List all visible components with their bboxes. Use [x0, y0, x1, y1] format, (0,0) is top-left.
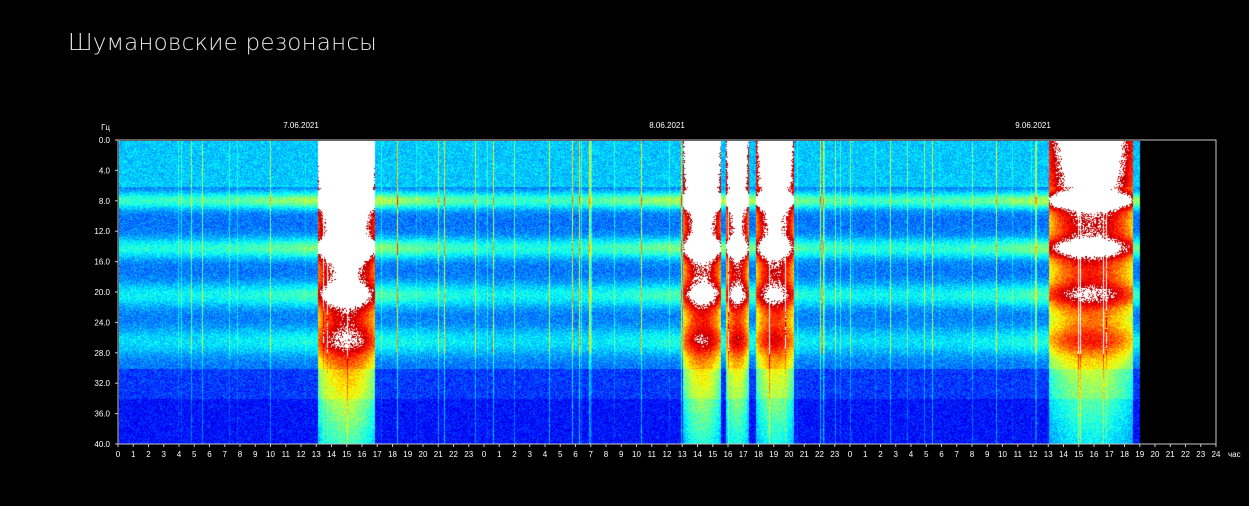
x-tick-label: 20 [785, 450, 794, 459]
x-tick-label: 21 [800, 450, 809, 459]
x-tick-label: 20 [1151, 450, 1160, 459]
x-tick-label: 4 [543, 450, 548, 459]
x-tick-label: 1 [863, 450, 868, 459]
x-tick-label: 23 [1196, 450, 1205, 459]
y-tick-label: 20.0 [94, 288, 110, 297]
x-axis: 0 1 2 3 4 5 6 7 8 9 10 11 12 13 14 15 16 17 18 19 20 21 22 23 0 1… [116, 444, 1221, 459]
x-tick-label: 15 [1074, 450, 1083, 459]
x-tick-label: 1 [131, 450, 136, 459]
x-tick-label: 3 [162, 450, 167, 459]
x-tick-label: 3 [528, 450, 533, 459]
spectrogram-chart: 0.0 4.0 8.0 12.0 16.0 20.0 24.0 28.0 32.0 36.0 40.… [94, 121, 1241, 459]
x-tick-label: 12 [663, 450, 672, 459]
x-tick-label: 13 [1044, 450, 1053, 459]
x-tick-label: 22 [449, 450, 458, 459]
x-tick-label: 12 [1029, 450, 1038, 459]
x-tick-label: 9 [619, 450, 624, 459]
x-tick-label: 4 [909, 450, 914, 459]
x-tick-label: 2 [512, 450, 517, 459]
x-tick-label: 10 [632, 450, 641, 459]
x-tick-label: 0 [116, 450, 121, 459]
x-tick-label: 21 [434, 450, 443, 459]
x-tick-label: 6 [573, 450, 578, 459]
y-tick-label: 16.0 [94, 258, 110, 267]
x-tick-label: 18 [388, 450, 397, 459]
x-tick-label: 9 [253, 450, 258, 459]
x-tick-label: 10 [266, 450, 275, 459]
spectrogram-heatmap [119, 141, 1216, 444]
x-tick-label: 9 [985, 450, 990, 459]
x-tick-label: 19 [403, 450, 412, 459]
y-axis: 0.0 4.0 8.0 12.0 16.0 20.0 24.0 28.0 32.0 36.0 40.… [94, 136, 118, 449]
date-label: 7.06.2021 [283, 121, 319, 130]
x-tick-label: 19 [769, 450, 778, 459]
y-tick-label: 32.0 [94, 379, 110, 388]
x-tick-label: 16 [724, 450, 733, 459]
y-tick-label: 28.0 [94, 349, 110, 358]
x-tick-label: 6 [939, 450, 944, 459]
x-tick-label: 17 [1105, 450, 1114, 459]
x-tick-label: 13 [678, 450, 687, 459]
x-tick-label: 23 [830, 450, 839, 459]
x-tick-label: 8 [604, 450, 609, 459]
x-tick-label: 5 [558, 450, 563, 459]
x-tick-label: 16 [1090, 450, 1099, 459]
x-tick-label: 8 [970, 450, 975, 459]
x-tick-label: 11 [1014, 450, 1023, 459]
x-tick-label: 1 [497, 450, 502, 459]
x-tick-label: 17 [739, 450, 748, 459]
y-tick-label: 4.0 [99, 166, 111, 175]
x-tick-label: 8 [238, 450, 243, 459]
x-tick-label: 11 [282, 450, 291, 459]
y-tick-label: 8.0 [99, 197, 111, 206]
x-tick-label: 7 [955, 450, 960, 459]
y-axis-label: Гц [101, 123, 110, 132]
x-tick-label: 20 [419, 450, 428, 459]
date-labels: 7.06.2021 8.06.2021 9.06.2021 [283, 121, 1051, 130]
date-label: 8.06.2021 [649, 121, 685, 130]
x-tick-label: 15 [342, 450, 351, 459]
x-tick-label: 12 [297, 450, 306, 459]
x-tick-label: 2 [146, 450, 151, 459]
x-tick-label: 22 [1181, 450, 1190, 459]
x-tick-label: 13 [312, 450, 321, 459]
x-tick-label: 0 [848, 450, 853, 459]
x-tick-label: 19 [1135, 450, 1144, 459]
x-tick-label: 11 [648, 450, 657, 459]
x-tick-label: 18 [754, 450, 763, 459]
x-tick-label: 6 [207, 450, 212, 459]
x-tick-label: 7 [589, 450, 594, 459]
x-tick-label: 4 [177, 450, 182, 459]
x-tick-label: 14 [1059, 450, 1068, 459]
x-tick-label: 14 [693, 450, 702, 459]
y-tick-label: 12.0 [94, 227, 110, 236]
x-tick-label: 18 [1120, 450, 1129, 459]
x-tick-label: 21 [1166, 450, 1175, 459]
y-tick-label: 0.0 [99, 136, 111, 145]
x-tick-label: 0 [482, 450, 487, 459]
x-tick-label: 5 [192, 450, 197, 459]
y-tick-label: 24.0 [94, 318, 110, 327]
x-tick-label: 16 [358, 450, 367, 459]
x-tick-label: 15 [708, 450, 717, 459]
x-tick-label: 2 [878, 450, 883, 459]
date-label: 9.06.2021 [1015, 121, 1051, 130]
x-tick-label: 22 [815, 450, 824, 459]
x-tick-label: 5 [924, 450, 929, 459]
x-tick-label: 3 [894, 450, 899, 459]
y-tick-label: 36.0 [94, 410, 110, 419]
y-tick-label: 40.0 [94, 440, 110, 449]
x-tick-label: 10 [998, 450, 1007, 459]
x-tick-label: 23 [464, 450, 473, 459]
x-axis-unit-label: час [1228, 450, 1241, 459]
x-tick-label: 24 [1212, 450, 1221, 459]
x-tick-label: 7 [223, 450, 228, 459]
x-tick-label: 14 [327, 450, 336, 459]
x-tick-label: 17 [373, 450, 382, 459]
